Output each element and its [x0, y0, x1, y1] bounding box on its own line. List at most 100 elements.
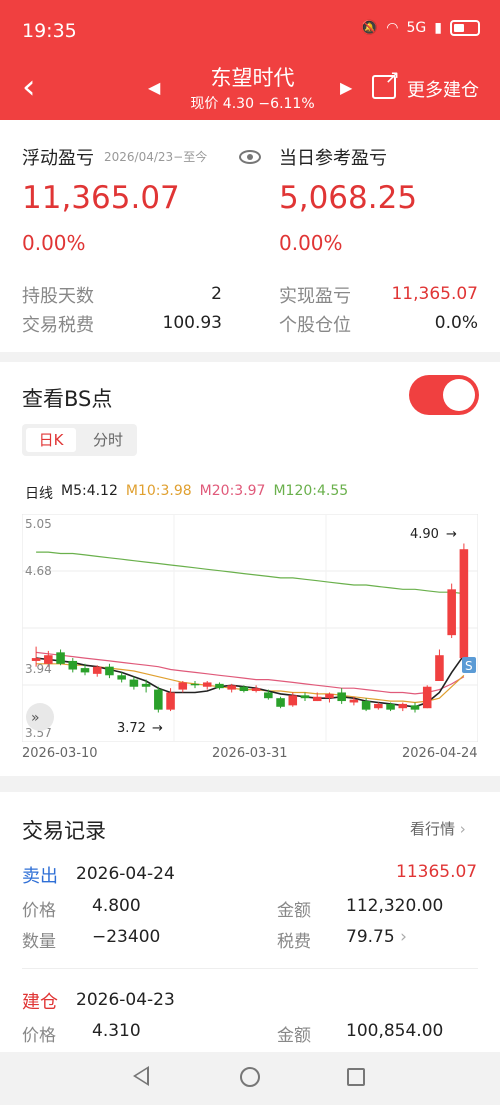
candle-body — [154, 689, 163, 710]
candle — [276, 696, 285, 709]
nav-recents-icon[interactable] — [347, 1068, 365, 1086]
candle-body — [447, 589, 456, 636]
ma20-value: M20:3.97 — [199, 483, 266, 499]
daily-label: 当日参考盈亏 — [279, 148, 387, 169]
float-value: 11,365.07 — [22, 180, 180, 216]
eye-icon[interactable] — [239, 150, 261, 164]
candle-body — [288, 695, 298, 706]
view-market-link[interactable]: 看行情 › — [410, 818, 466, 839]
candle-body — [251, 688, 261, 692]
candle-body — [435, 655, 444, 681]
top-header: 19:35 🔕 ◠ 5G ▮ ‹ ◀ 东望时代 现价 4.30 −6.11% ▶… — [0, 0, 500, 120]
candle-body — [422, 686, 432, 709]
high-annotation: 4.90 — [410, 527, 439, 542]
nav-back-icon[interactable] — [133, 1066, 149, 1086]
date-mid: 2026-03-31 — [212, 746, 288, 761]
record-type: 卖出 — [22, 866, 58, 887]
record-price-label: 价格 — [22, 901, 56, 921]
next-stock-icon[interactable]: ▶ — [340, 78, 352, 97]
candle-body — [80, 668, 90, 673]
candle-body — [215, 683, 224, 689]
tax-value: 100.93 — [162, 313, 222, 333]
candle — [459, 543, 469, 661]
position-value: 0.0% — [434, 313, 478, 333]
candle-body — [264, 692, 273, 699]
candle-body — [374, 703, 383, 709]
double-chevron-icon: » — [31, 710, 40, 726]
record-tax-label: 税费 — [277, 932, 311, 952]
ma5-value: M5:4.12 — [61, 483, 118, 499]
record-price: 4.310 — [92, 1021, 141, 1041]
record-date: 2026-04-24 — [76, 864, 175, 884]
record-type: 建仓 — [22, 992, 58, 1013]
wifi-icon: ◠ — [386, 20, 399, 36]
candle — [422, 685, 432, 709]
candle-body — [325, 693, 334, 699]
candle-body — [141, 683, 151, 687]
candle-body — [227, 685, 236, 690]
tab-daily-k[interactable]: 日K — [26, 428, 76, 452]
sell-marker-label: S — [465, 659, 473, 673]
candle-body — [190, 683, 200, 686]
status-time: 19:35 — [22, 20, 77, 42]
kline-chart[interactable]: 5.05 4.68 3.94 3.57 4.90 → 3.72 → » S — [22, 514, 478, 742]
chart-tabs: 日K 分时 — [22, 424, 137, 456]
tax-label: 交易税费 — [22, 315, 94, 336]
realized-label: 实现盈亏 — [279, 286, 351, 307]
stock-price: 现价 4.30 −6.11% — [190, 96, 315, 112]
low-arrow-icon: → — [152, 721, 163, 736]
more-build-button[interactable]: 更多建仓 — [407, 76, 479, 102]
back-chevron-icon[interactable]: ‹ — [22, 70, 36, 104]
high-arrow-icon: → — [446, 527, 457, 542]
record-sum: 112,320.00 — [346, 896, 444, 916]
candle-body — [276, 698, 285, 707]
ma-legend: 日线 M5:4.12 M10:3.98 M20:3.97 M120:4.55 — [25, 483, 348, 503]
candle-body — [410, 705, 420, 710]
candle-body — [105, 666, 114, 676]
battery-icon — [450, 20, 480, 36]
candle-body — [459, 549, 469, 659]
bs-toggle[interactable] — [409, 375, 479, 415]
candle-body — [68, 660, 78, 670]
bs-card: 查看BS点 日K 分时 日线 M5:4.12 M10:3.98 M20:3.97… — [0, 362, 500, 776]
ma10-value: M10:3.98 — [125, 483, 192, 499]
record-divider — [22, 968, 478, 969]
system-nav-bar — [0, 1052, 500, 1105]
share-icon[interactable] — [372, 67, 400, 99]
daily-value: 5,068.25 — [279, 180, 418, 216]
stock-name: 东望时代 — [210, 66, 295, 90]
candle-body — [300, 695, 310, 699]
record-price: 4.800 — [92, 896, 141, 916]
candle-body — [349, 699, 359, 703]
record-sum: 100,854.00 — [346, 1021, 444, 1041]
record-sum-label: 金额 — [277, 901, 311, 921]
candle-body — [56, 652, 65, 664]
candle-body — [312, 696, 322, 702]
hold-days-value: 2 — [211, 284, 222, 304]
view-market-label: 看行情 — [410, 820, 456, 838]
tab-intraday[interactable]: 分时 — [84, 428, 132, 452]
profit-summary-card: 浮动盈亏 2026/04/23−至今 当日参考盈亏 11,365.07 5,06… — [0, 120, 500, 352]
candle-body — [178, 682, 188, 690]
float-pct: 0.00% — [22, 231, 86, 255]
candle — [154, 686, 163, 713]
candle-body — [31, 658, 41, 661]
candle-body — [117, 675, 126, 680]
prev-stock-icon[interactable]: ◀ — [148, 78, 160, 97]
record-qty-label: 数量 — [22, 932, 56, 952]
date-end: 2026-04-24 — [402, 746, 478, 761]
chevron-right-icon: › — [394, 927, 407, 947]
ma-label: 日线 — [25, 486, 53, 502]
low-annotation: 3.72 — [117, 721, 146, 736]
candle-body — [398, 703, 408, 709]
network-label: 5G — [406, 20, 427, 36]
mute-bell-icon: 🔕 — [360, 20, 379, 36]
nav-home-icon[interactable] — [240, 1067, 260, 1087]
record-tax[interactable]: 79.75 › — [346, 927, 407, 947]
record-date: 2026-04-23 — [76, 990, 175, 1010]
status-icons: 🔕 ◠ 5G ▮ — [361, 20, 480, 36]
candle-body — [239, 686, 249, 692]
bs-title: 查看BS点 — [22, 387, 113, 411]
y-tick-3: 3.94 — [25, 662, 52, 676]
trade-records-card: 交易记录 看行情 › 卖出 2026-04-24 11365.07 价格 4.8… — [0, 792, 500, 1052]
